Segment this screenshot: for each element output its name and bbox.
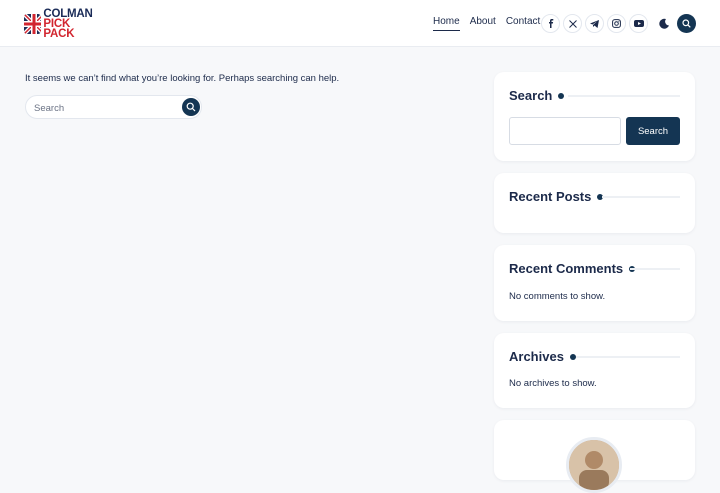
main-search-form [25,95,202,119]
widget-title-search: Search [509,88,565,103]
union-jack-flag-icon [24,14,42,34]
widget-title-recent-comments: Recent Comments [509,261,636,276]
recent-comments-widget: Recent Comments No comments to show. [494,245,695,321]
site-header: COLMAN PICK PACK Home About Contact [0,0,720,47]
moon-icon[interactable] [655,14,674,33]
archives-widget: Archives No archives to show. [494,333,695,408]
site-logo[interactable]: COLMAN PICK PACK [24,8,96,40]
title-divider [630,268,680,270]
search-icon [186,102,196,112]
main-search-input[interactable] [34,101,184,115]
sidebar-search-input[interactable] [509,117,621,145]
nav-about-link[interactable]: About [470,16,496,31]
no-archives-text: No archives to show. [509,378,597,389]
facebook-icon[interactable] [541,14,560,33]
instagram-icon[interactable] [607,14,626,33]
widget-title-text: Recent Posts [509,189,592,204]
telegram-icon[interactable] [585,14,604,33]
search-widget: Search Search [494,72,695,161]
title-divider [576,356,680,358]
no-comments-text: No comments to show. [509,291,606,302]
x-icon[interactable] [563,14,582,33]
header-search-button[interactable] [677,14,696,33]
widget-title-text: Archives [509,349,564,364]
avatar [566,437,622,493]
widget-title-archives: Archives [509,349,576,364]
widget-title-text: Recent Comments [509,261,624,276]
recent-posts-widget: Recent Posts [494,173,695,233]
nav-contact-link[interactable]: Contact [506,16,540,31]
main-search-submit-button[interactable] [182,98,200,116]
title-divider [602,196,680,198]
title-divider [568,95,680,97]
not-found-message: It seems we can’t find what you’re looki… [25,73,340,84]
widget-title-text: Search [509,88,553,103]
youtube-icon[interactable] [629,14,648,33]
author-widget [494,420,695,493]
nav-home-link[interactable]: Home [433,16,460,31]
sidebar-search-button[interactable]: Search [626,117,680,145]
title-dot [558,92,565,99]
logo-text-pick-pack: PICK PACK [43,18,75,40]
main-nav: Home About Contact [433,16,550,31]
widget-title-recent-posts: Recent Posts [509,189,604,204]
search-icon [682,19,691,28]
